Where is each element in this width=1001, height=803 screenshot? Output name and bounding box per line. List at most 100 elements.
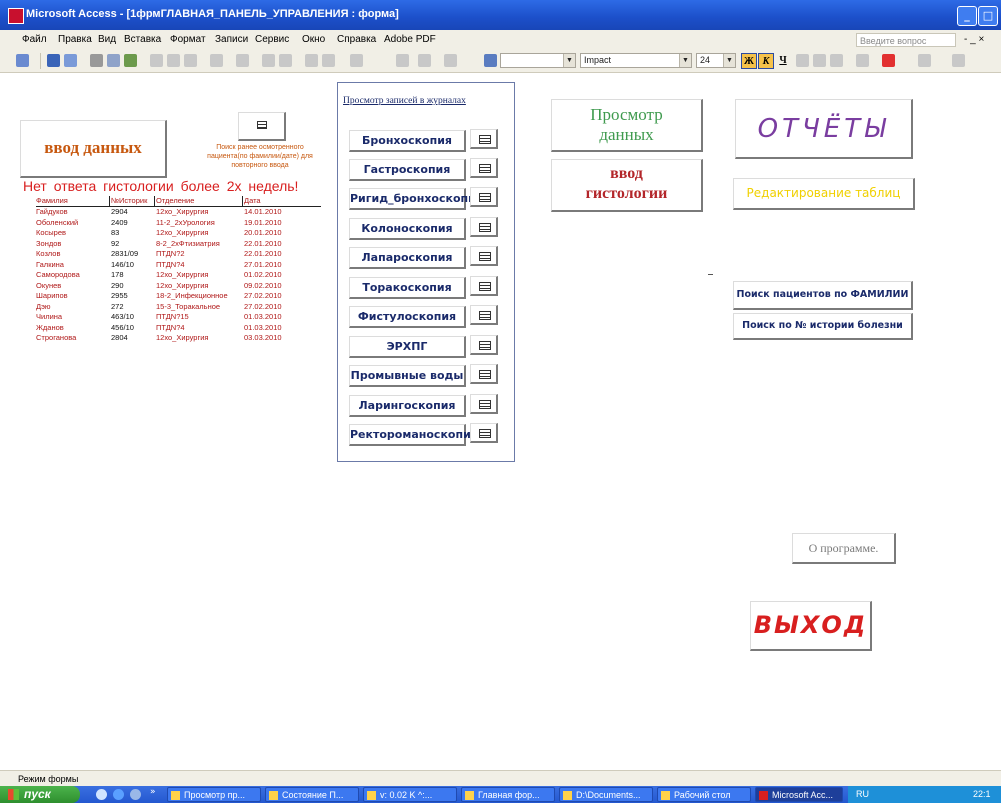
minimize-button[interactable]: _	[957, 6, 977, 26]
paste-icon[interactable]	[184, 54, 197, 67]
language-indicator[interactable]: RU	[856, 786, 869, 803]
journal-laryngoscopy-button[interactable]: Ларингоскопия	[349, 395, 466, 417]
chevron-right-icon[interactable]: »	[150, 787, 156, 797]
task-1[interactable]: Просмотр пр...	[167, 787, 261, 802]
decorative-mark	[708, 274, 713, 275]
desktop-icon[interactable]	[130, 789, 141, 800]
maximize-button[interactable]: □	[978, 6, 998, 26]
status-bar: Режим формы	[0, 770, 1001, 787]
spelling-icon[interactable]	[124, 54, 137, 67]
save-icon[interactable]	[47, 54, 60, 67]
journal-ercp-label: ЭРХПГ	[386, 340, 428, 353]
menu-format[interactable]: Формат	[170, 34, 206, 45]
database-window-icon[interactable]	[444, 54, 457, 67]
align-left-icon[interactable]	[796, 54, 809, 67]
task-4[interactable]: Главная фор...	[461, 787, 555, 802]
task-7-active[interactable]: Microsoft Acc...	[755, 787, 843, 802]
font-combo[interactable]: Impact ▼	[580, 53, 692, 68]
start-button[interactable]: пуск	[0, 786, 80, 803]
task-5[interactable]: D:\Documents...	[559, 787, 653, 802]
journal-thoracoscopy-button[interactable]: Торакоскопия	[349, 277, 466, 299]
enter-histology-button[interactable]: ввод гистологии	[551, 159, 703, 212]
quicklaunch-icon[interactable]	[96, 789, 107, 800]
journal-rigid-bronchoscopy-form-button[interactable]	[470, 187, 498, 207]
search-by-history-button[interactable]: Поиск по № истории болезни	[733, 313, 913, 340]
print-icon[interactable]	[90, 54, 103, 67]
search-icon[interactable]	[64, 54, 77, 67]
journal-thoracoscopy-form-button[interactable]	[470, 276, 498, 296]
menu-help[interactable]: Справка	[337, 34, 376, 45]
journal-laparoscopy-button[interactable]: Лапароскопия	[349, 247, 466, 269]
journal-lavage-button[interactable]: Промывные воды	[349, 365, 466, 387]
history-cell: 2904	[111, 207, 128, 216]
bold-button[interactable]: Ж	[741, 53, 757, 69]
italic-button[interactable]: К	[758, 53, 774, 69]
menu-window[interactable]: Окно	[302, 34, 325, 45]
underline-button[interactable]: Ч	[775, 53, 791, 69]
object-combo[interactable]: ▼	[500, 53, 576, 68]
exit-button[interactable]: ВЫХОД	[750, 601, 872, 651]
delete-record-icon[interactable]	[418, 54, 431, 67]
view-data-button[interactable]: Просмотр данных	[551, 99, 703, 152]
department-cell: ПТДN?4	[156, 259, 185, 269]
ie-icon[interactable]	[113, 789, 124, 800]
journal-bronchoscopy-button[interactable]: Бронхоскопия	[349, 130, 466, 152]
menu-edit[interactable]: Правка	[58, 34, 92, 45]
sort-asc-icon[interactable]	[262, 54, 275, 67]
about-button[interactable]: О программе.	[792, 533, 896, 564]
find-icon[interactable]	[350, 54, 363, 67]
journal-rectoromanoscopy-button[interactable]: Ректороманоскопия	[349, 424, 478, 446]
menu-file[interactable]: Файл	[22, 34, 47, 45]
cut-icon[interactable]	[150, 54, 163, 67]
menu-insert[interactable]: Вставка	[124, 34, 161, 45]
font-size-combo[interactable]: 24 ▼	[696, 53, 736, 68]
journal-colonoscopy-form-button[interactable]	[470, 217, 498, 237]
task-3[interactable]: v: 0.02 K ^:...	[363, 787, 457, 802]
search-by-surname-button[interactable]: Поиск пациентов по ФАМИЛИИ	[733, 281, 913, 310]
object-icon[interactable]	[484, 54, 497, 67]
filter-icon[interactable]	[305, 54, 318, 67]
search-previous-button[interactable]	[238, 112, 286, 141]
journal-gastroscopy-button[interactable]: Гастроскопия	[349, 159, 466, 181]
sort-desc-icon[interactable]	[279, 54, 292, 67]
journal-ercp-button[interactable]: ЭРХПГ	[349, 336, 466, 358]
history-cell: 290	[111, 280, 124, 290]
journal-colonoscopy-button[interactable]: Колоноскопия	[349, 218, 466, 240]
journal-bronchoscopy-form-button[interactable]	[470, 129, 498, 149]
journal-rectoromanoscopy-form-button[interactable]	[470, 423, 498, 443]
journal-fistuloscopy-button[interactable]: Фистулоскопия	[349, 306, 466, 328]
undo-icon[interactable]	[210, 54, 223, 67]
edit-tables-button[interactable]: Редактирование таблиц	[733, 178, 915, 210]
task-2[interactable]: Состояние П...	[265, 787, 359, 802]
col-date: Дата	[244, 196, 261, 205]
font-color-icon[interactable]	[882, 54, 895, 67]
border-icon[interactable]	[952, 54, 965, 67]
hyperlink-icon[interactable]	[236, 54, 249, 67]
journal-gastroscopy-form-button[interactable]	[470, 158, 498, 178]
journal-rigid-bronchoscopy-button[interactable]: Ригид_бронхоскопия	[349, 188, 483, 210]
copy-icon[interactable]	[167, 54, 180, 67]
menu-window-controls[interactable]: - _ ×	[964, 34, 984, 45]
new-record-icon[interactable]	[396, 54, 409, 67]
menu-tools[interactable]: Сервис	[255, 34, 289, 45]
journal-ercp-form-button[interactable]	[470, 335, 498, 355]
journal-laparoscopy-form-button[interactable]	[470, 246, 498, 266]
clock[interactable]: 22:1	[973, 786, 991, 803]
filter-form-icon[interactable]	[322, 54, 335, 67]
line-color-icon[interactable]	[918, 54, 931, 67]
reports-button[interactable]: ОТЧЁТЫ	[735, 99, 913, 159]
menu-view[interactable]: Вид	[98, 34, 116, 45]
align-right-icon[interactable]	[830, 54, 843, 67]
task-6[interactable]: Рабочий стол	[657, 787, 751, 802]
journal-lavage-form-button[interactable]	[470, 364, 498, 384]
ask-question-input[interactable]: Введите вопрос	[856, 33, 956, 47]
view-icon[interactable]	[16, 54, 29, 67]
fill-color-icon[interactable]	[856, 54, 869, 67]
align-center-icon[interactable]	[813, 54, 826, 67]
journal-laryngoscopy-form-button[interactable]	[470, 394, 498, 414]
enter-data-button[interactable]: ввод данных	[20, 120, 167, 178]
journal-fistuloscopy-form-button[interactable]	[470, 305, 498, 325]
menu-adobe-pdf[interactable]: Adobe PDF	[384, 34, 436, 45]
menu-records[interactable]: Записи	[215, 34, 248, 45]
preview-icon[interactable]	[107, 54, 120, 67]
